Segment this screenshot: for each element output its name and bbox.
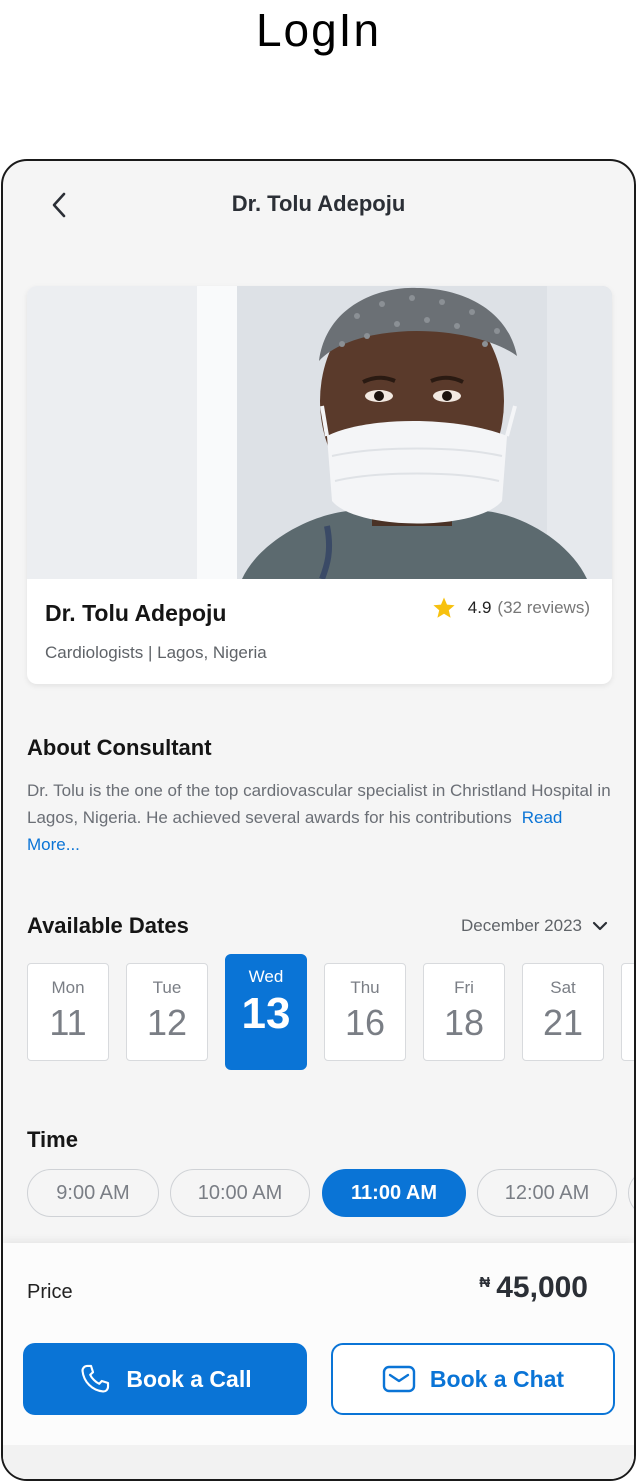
- booking-panel: Price ₦ 45,000 Book a Call Book a Chat: [3, 1243, 634, 1479]
- bottom-strip: [3, 1445, 634, 1479]
- mail-icon: [382, 1365, 416, 1393]
- date-card-sat[interactable]: Sat 21: [522, 963, 604, 1061]
- date-day: Wed: [248, 967, 284, 986]
- date-number: 11: [49, 1002, 87, 1043]
- time-title: Time: [27, 1127, 78, 1152]
- date-day: Sat: [550, 978, 576, 997]
- book-chat-label: Book a Chat: [429, 1365, 565, 1392]
- page-heading: LogIn: [255, 4, 382, 56]
- rating-reviews[interactable]: (32 reviews): [497, 598, 590, 618]
- book-call-button[interactable]: Book a Call: [23, 1343, 307, 1415]
- time-slot[interactable]: 9:00 AM: [27, 1169, 159, 1217]
- date-day: Fri: [454, 978, 474, 997]
- available-dates-title: Available Dates: [27, 913, 189, 938]
- time-slot-next[interactable]: [628, 1169, 634, 1217]
- chevron-down-icon: [592, 921, 608, 931]
- date-card-mon[interactable]: Mon 11: [27, 963, 109, 1061]
- date-card-tue[interactable]: Tue 12: [126, 963, 208, 1061]
- doctor-specialty-location: Cardiologists | Lagos, Nigeria: [45, 643, 267, 662]
- date-number: 13: [241, 989, 291, 1038]
- price-label: Price: [27, 1281, 73, 1303]
- doctor-name: Dr. Tolu Adepoju: [45, 600, 227, 626]
- phone-frame: Dr. Tolu Adepoju Dr. Tolu Adepoju Cardio…: [1, 159, 636, 1481]
- date-day: Thu: [350, 978, 380, 997]
- price-value: ₦ 45,000: [479, 1271, 588, 1305]
- time-slot-selected[interactable]: 11:00 AM: [322, 1169, 466, 1217]
- date-card-fri[interactable]: Fri 18: [423, 963, 505, 1061]
- top-bar: Dr. Tolu Adepoju: [3, 161, 634, 251]
- doctor-profile-card: Dr. Tolu Adepoju Cardiologists | Lagos, …: [27, 286, 612, 684]
- rating-score: 4.9: [467, 598, 492, 617]
- date-card-thu[interactable]: Thu 16: [324, 963, 406, 1061]
- month-value: December 2023: [461, 916, 582, 935]
- time-slot[interactable]: 10:00 AM: [170, 1169, 310, 1217]
- about-title: About Consultant: [27, 735, 212, 760]
- currency-symbol: ₦: [479, 1274, 491, 1291]
- date-number: 12: [146, 1002, 188, 1043]
- date-number: 18: [443, 1002, 485, 1043]
- phone-icon: [81, 1364, 110, 1393]
- about-text: Dr. Tolu is the one of the top cardiovas…: [27, 777, 617, 858]
- time-slot[interactable]: 12:00 AM: [477, 1169, 617, 1217]
- doctor-rating: 4.9 (32 reviews): [432, 596, 590, 620]
- book-call-label: Book a Call: [126, 1365, 252, 1392]
- price-amount: 45,000: [496, 1271, 588, 1304]
- date-day: Tue: [152, 978, 182, 997]
- date-number: 21: [542, 1002, 584, 1043]
- month-dropdown[interactable]: December 2023: [461, 916, 608, 936]
- date-card-next[interactable]: [621, 963, 634, 1061]
- doctor-photo: [27, 286, 612, 579]
- book-chat-button[interactable]: Book a Chat: [331, 1343, 615, 1415]
- date-number: 16: [344, 1002, 386, 1043]
- date-card-wed[interactable]: Wed 13: [225, 954, 307, 1070]
- page-title: Dr. Tolu Adepoju: [231, 191, 406, 216]
- star-icon: [433, 597, 455, 618]
- date-day: Mon: [51, 978, 85, 997]
